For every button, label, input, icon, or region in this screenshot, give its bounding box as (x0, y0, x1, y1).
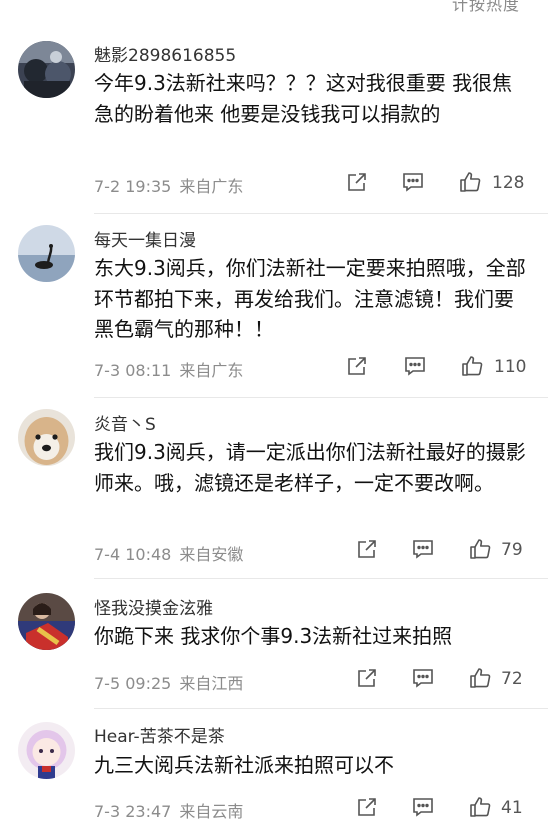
divider (94, 397, 548, 398)
sort-hint[interactable]: 计按热度 (452, 0, 520, 15)
comment-actions: 79 (0, 537, 548, 565)
share-icon[interactable] (355, 795, 379, 819)
username[interactable]: 炎音丶S (94, 410, 156, 435)
divider (94, 708, 548, 709)
like-count: 110 (494, 357, 527, 377)
comment-icon[interactable] (411, 666, 435, 690)
like-count: 41 (501, 798, 523, 818)
share-icon[interactable] (345, 170, 369, 194)
like-count: 72 (501, 669, 523, 689)
avatar[interactable] (18, 225, 75, 282)
avatar[interactable] (18, 722, 75, 779)
comment-icon[interactable] (411, 537, 435, 561)
username[interactable]: Hear-苦茶不是茶 (94, 722, 225, 747)
like-icon[interactable] (458, 170, 482, 194)
comment-actions: 110 (0, 354, 548, 382)
comment-text: 你跪下来 我求你个事9.3法新社过来拍照 (94, 624, 453, 648)
comment-actions: 72 (0, 666, 548, 694)
divider (94, 578, 548, 579)
comment-actions: 128 (0, 170, 548, 198)
share-icon[interactable] (355, 537, 379, 561)
share-icon[interactable] (345, 354, 369, 378)
comment-text: 九三大阅兵法新社派来拍照可以不 (94, 753, 394, 777)
comment-icon[interactable] (403, 354, 427, 378)
username[interactable]: 魅影2898616855 (94, 41, 236, 66)
comment-text: 东大9.3阅兵，你们法新社一定要来拍照哦，全部环节都拍下来，再发给我们。注意滤镜… (94, 256, 526, 341)
comment-text: 今年9.3法新社来吗？？？这对我很重要 我很焦急的盼着他来 他要是没钱我可以捐款… (94, 71, 513, 126)
like-icon[interactable] (468, 537, 492, 561)
username[interactable]: 每天一集日漫 (94, 226, 196, 251)
avatar[interactable] (18, 593, 75, 650)
like-icon[interactable] (468, 795, 492, 819)
comment-actions: 41 (0, 795, 548, 823)
share-icon[interactable] (355, 666, 379, 690)
comment-icon[interactable] (401, 170, 425, 194)
like-icon[interactable] (460, 354, 484, 378)
like-count: 128 (492, 173, 525, 193)
divider (94, 213, 548, 214)
username[interactable]: 怪我没摸金泫雅 (94, 594, 213, 619)
avatar[interactable] (18, 41, 75, 98)
comment-icon[interactable] (411, 795, 435, 819)
like-count: 79 (501, 540, 523, 560)
like-icon[interactable] (468, 666, 492, 690)
comment-text: 我们9.3阅兵，请一定派出你们法新社最好的摄影师来。哦，滤镜还是老样子，一定不要… (94, 440, 526, 495)
avatar[interactable] (18, 409, 75, 466)
